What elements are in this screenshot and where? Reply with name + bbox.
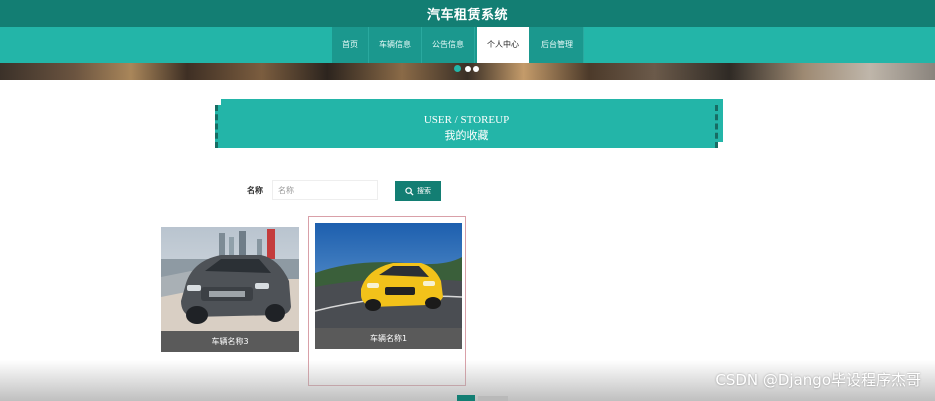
car-image	[161, 227, 299, 331]
title-bar: 汽车租赁系统	[0, 0, 935, 27]
pagination-page[interactable]	[478, 396, 508, 401]
heading-chinese: 我的收藏	[444, 129, 489, 142]
carousel-dot-3[interactable]	[473, 66, 479, 72]
watermark: CSDN @Django毕设程序杰哥	[715, 371, 921, 389]
car-name: 车辆名称3	[161, 331, 299, 352]
nav-item-vehicles[interactable]: 车辆信息	[369, 27, 422, 63]
heading-english: USER / STOREUP	[423, 114, 510, 126]
carousel-dot-2[interactable]	[465, 66, 471, 72]
search-icon	[405, 186, 414, 196]
search-button[interactable]: 搜索	[395, 181, 441, 201]
search-label: 名称	[247, 186, 263, 195]
nav-item-home[interactable]: 首页	[332, 27, 369, 63]
site-title: 汽车租赁系统	[426, 8, 508, 23]
pagination-active-page[interactable]	[457, 395, 475, 401]
nav-item-admin[interactable]: 后台管理	[531, 27, 584, 63]
car-image	[315, 223, 462, 328]
car-name: 车辆名称1	[315, 328, 462, 349]
carousel-dot-1[interactable]	[454, 65, 461, 72]
search-input[interactable]	[272, 180, 378, 200]
nav-group: 首页 车辆信息 公告信息 个人中心 后台管理	[332, 27, 584, 63]
main-nav: 首页 车辆信息 公告信息 个人中心 后台管理	[0, 27, 935, 63]
nav-item-personal-center[interactable]: 个人中心	[477, 27, 529, 63]
nav-item-announcements[interactable]: 公告信息	[422, 27, 475, 63]
banner-carousel	[0, 63, 935, 80]
favorite-card[interactable]: 车辆名称3	[161, 227, 299, 353]
search-button-label: 搜索	[417, 188, 431, 195]
